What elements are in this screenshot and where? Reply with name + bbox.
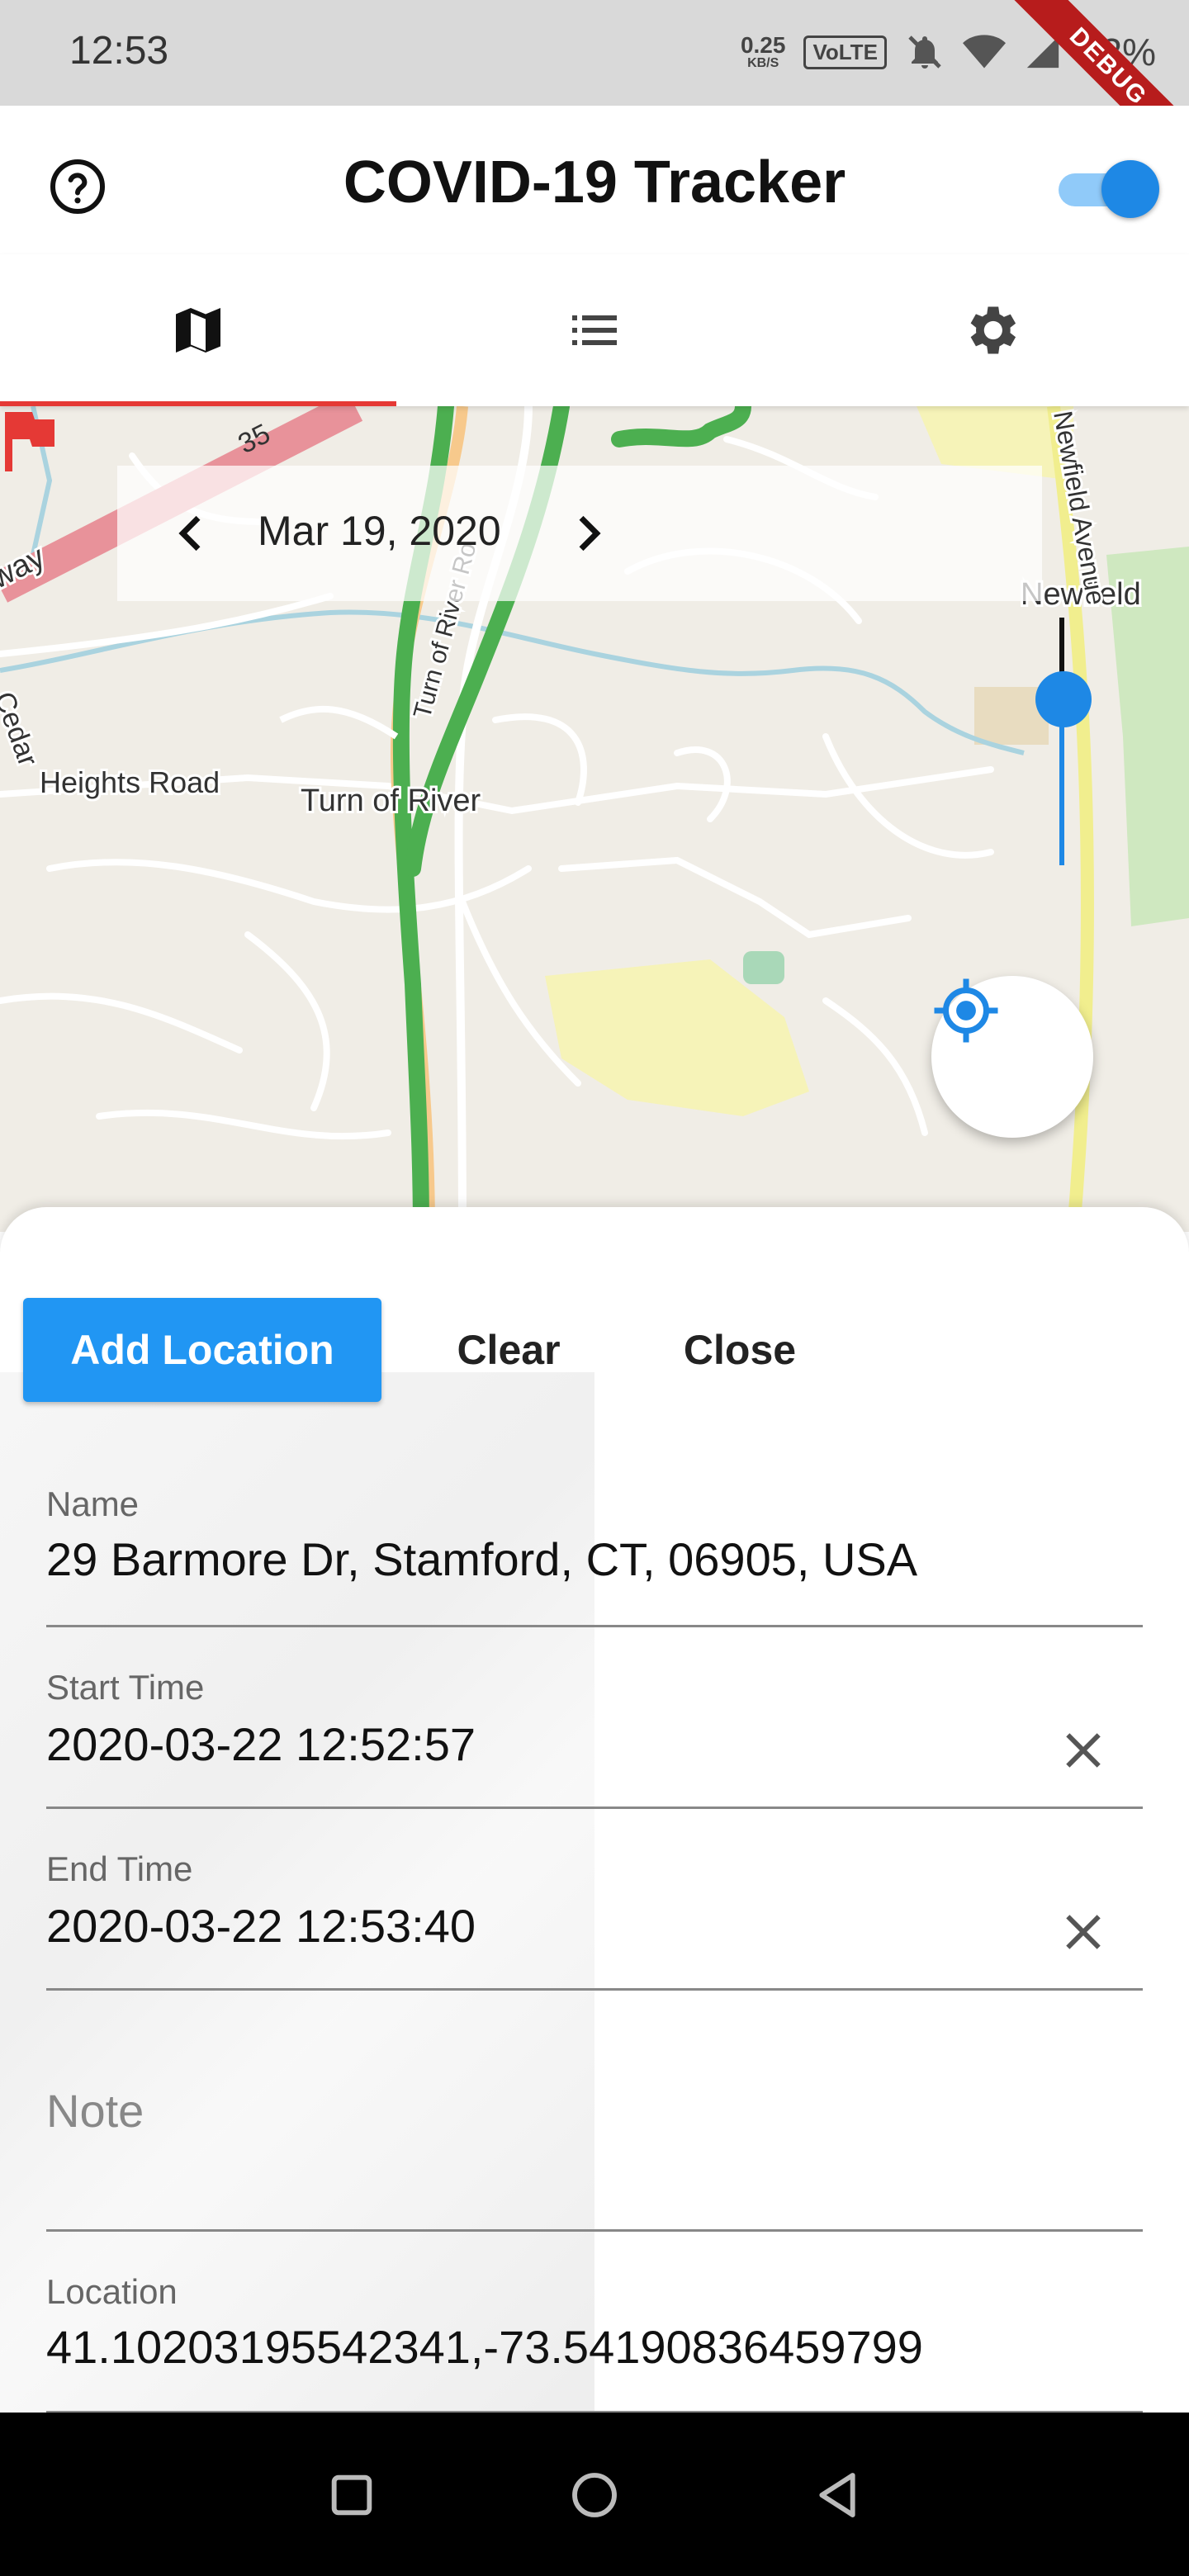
net-speed-unit: KB/S <box>747 56 779 70</box>
end-time-field[interactable]: End Time 2020-03-22 12:53:40 <box>46 1807 1143 1991</box>
tab-list[interactable] <box>396 254 793 406</box>
note-field[interactable]: Note <box>46 1988 1143 2232</box>
list-icon <box>572 315 617 345</box>
selected-date[interactable]: Mar 19, 2020 <box>258 507 501 555</box>
tracking-toggle[interactable] <box>1054 160 1161 218</box>
name-label: Name <box>46 1485 140 1523</box>
location-field[interactable]: Location 41.10203195542341,-73.541908364… <box>46 2229 1143 2413</box>
note-placeholder: Note <box>46 2085 144 2137</box>
zoom-slider[interactable] <box>1035 618 1092 865</box>
volte-badge: VoLTE <box>803 35 887 69</box>
app-bar: COVID-19 Tracker <box>0 106 1189 254</box>
tab-map[interactable] <box>0 254 396 406</box>
start-time-field[interactable]: Start Time 2020-03-22 12:52:57 <box>46 1625 1143 1809</box>
page-title: COVID-19 Tracker <box>343 149 846 215</box>
status-time: 12:53 <box>69 29 169 73</box>
bell-off-icon <box>908 36 941 69</box>
back-icon[interactable] <box>811 2469 864 2522</box>
wifi-icon <box>962 35 1006 69</box>
close-icon[interactable] <box>1057 1906 1110 1958</box>
toggle-thumb <box>1101 160 1159 218</box>
net-speed-value: 0.25 <box>740 32 786 58</box>
date-navigator: Mar 19, 2020 <box>117 466 1042 601</box>
end-time-value[interactable]: 2020-03-22 12:53:40 <box>46 1899 476 1953</box>
add-location-button[interactable]: Add Location <box>23 1298 381 1402</box>
chevron-left-icon[interactable] <box>165 507 218 560</box>
tab-indicator <box>0 401 396 406</box>
name-value[interactable]: 29 Barmore Dr, Stamford, CT, 06905, USA <box>46 1532 917 1586</box>
system-nav-bar <box>0 2413 1189 2576</box>
sheet-actions: Add Location Clear Close <box>23 1298 814 1402</box>
location-label: Location <box>46 2272 178 2311</box>
map-icon <box>176 308 220 353</box>
start-time-value[interactable]: 2020-03-22 12:52:57 <box>46 1717 476 1771</box>
map-view[interactable]: Merritt Parkway 35 Heights Road Cedar Tu… <box>0 406 1189 1232</box>
map-label-heights-road: Heights Road <box>40 765 220 799</box>
zoom-slider-thumb[interactable] <box>1035 671 1092 727</box>
my-location-button[interactable] <box>931 976 1093 1138</box>
end-time-label: End Time <box>46 1849 193 1888</box>
close-button[interactable]: Close <box>666 1298 814 1402</box>
clear-button[interactable]: Clear <box>434 1298 583 1402</box>
flag-marker-icon[interactable] <box>0 406 59 472</box>
home-icon[interactable] <box>568 2469 621 2522</box>
start-time-label: Start Time <box>46 1668 205 1707</box>
name-field[interactable]: Name 29 Barmore Dr, Stamford, CT, 06905,… <box>46 1473 1143 1627</box>
close-icon[interactable] <box>1057 1724 1110 1777</box>
tab-settings[interactable] <box>793 254 1189 406</box>
recents-icon[interactable] <box>325 2469 378 2522</box>
crosshair-icon <box>934 978 998 1043</box>
status-bar: 12:53 0.25 KB/S VoLTE 72% DEBUG <box>0 0 1189 192</box>
map-label-cedar: Cedar <box>0 688 44 770</box>
location-value[interactable]: 41.10203195542341,-73.54190836459799 <box>46 2320 923 2374</box>
gear-icon <box>970 306 1016 354</box>
chevron-right-icon[interactable] <box>561 507 614 560</box>
location-sheet: Add Location Clear Close Name 29 Barmore… <box>0 1207 1189 2413</box>
map-label-turn-of-river: Turn of River <box>301 784 481 818</box>
tab-bar <box>0 254 1189 406</box>
net-speed: 0.25 KB/S <box>741 34 786 70</box>
